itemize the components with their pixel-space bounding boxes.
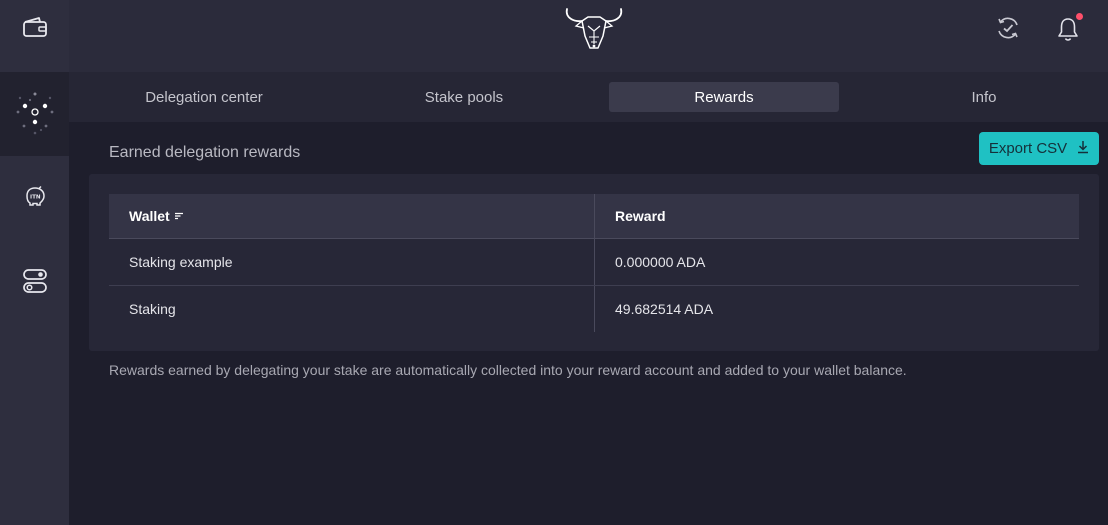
rewards-table: Wallet Reward Staking example 0.000000 A… [109,194,1079,332]
wallet-column-label: Wallet [129,208,170,224]
itn-piggy-icon: ITN [23,185,47,212]
wallet-column-header[interactable]: Wallet [109,194,595,238]
sidebar-item-delegation[interactable] [0,72,69,156]
sort-icon [174,212,184,220]
daedalus-bull-logo-icon [562,4,626,59]
export-csv-label: Export CSV [988,140,1068,157]
tab-bar: Delegation center Stake pools Rewards In… [69,72,1108,122]
wallet-cell: Staking example [109,239,595,285]
reward-column-label: Reward [615,208,666,224]
table-row: Staking example 0.000000 ADA [109,239,1079,286]
sidebar-item-itn[interactable]: ITN [0,170,69,226]
download-icon [1077,140,1089,158]
tab-rewards[interactable]: Rewards [609,82,839,112]
rewards-table-card: Wallet Reward Staking example 0.000000 A… [89,174,1099,351]
wallet-icon [22,16,48,43]
reward-column-header[interactable]: Reward [595,194,1079,238]
bell-icon [1057,18,1079,46]
export-csv-button[interactable]: Export CSV [979,132,1099,165]
reward-cell: 49.682514 ADA [615,301,714,317]
sidebar: ITN [0,0,69,525]
tab-info[interactable]: Info [869,82,1099,112]
sidebar-item-wallets[interactable] [0,0,69,58]
page-title: Earned delegation rewards [109,144,301,161]
rewards-panel: Earned delegation rewards Export CSV Wal… [69,122,1108,525]
notification-badge [1076,13,1083,20]
notification-button[interactable] [1057,13,1083,47]
sidebar-item-settings[interactable] [0,258,69,308]
table-header: Wallet Reward [109,194,1079,239]
wallet-cell: Staking [109,286,595,332]
reward-cell: 0.000000 ADA [615,254,706,270]
table-row: Staking 49.682514 ADA [109,286,1079,332]
settings-toggle-icon [22,268,48,299]
sync-check-icon[interactable] [996,14,1020,47]
top-bar [69,0,1108,72]
delegation-icon [10,82,60,147]
tab-stake-pools[interactable]: Stake pools [349,82,579,112]
tab-delegation-center[interactable]: Delegation center [89,82,319,112]
itn-label: ITN [30,194,41,200]
rewards-info-note: Rewards earned by delegating your stake … [109,362,907,378]
